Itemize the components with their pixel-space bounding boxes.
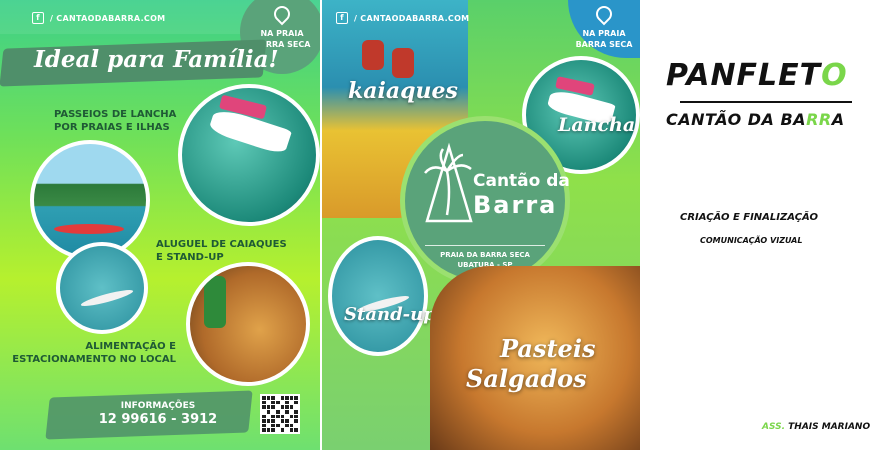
boat-photo — [178, 84, 320, 226]
social-handle: / CANTAODABARRA.COM — [50, 13, 166, 23]
logo-line-1: Cantão da — [473, 171, 570, 191]
island-kayak-photo — [30, 140, 150, 260]
label-pastel-1: Pasteis — [500, 334, 596, 363]
palm-tree-icon — [424, 142, 473, 223]
standup-photo — [56, 242, 148, 334]
info-label: INFORMAÇÕES — [120, 401, 196, 411]
location-line-1: NA PRAIA — [260, 29, 304, 38]
logo-line-2: Barra — [473, 191, 558, 219]
phone-number[interactable]: 12 99616 - 3912 — [88, 412, 228, 427]
headline: Ideal para Família! — [34, 46, 279, 73]
label-pastel-2: Salgados — [466, 364, 587, 393]
location-line-2: BARRA SECA — [575, 40, 633, 49]
title-divider — [680, 101, 852, 103]
social-link[interactable]: f / CANTAODABARRA.COM — [32, 12, 165, 24]
flyer-front: f / CANTAODABARRA.COM NA PRAIA BARRA SEC… — [0, 0, 320, 450]
location-badge: NA PRAIA BARRA SECA — [568, 0, 640, 58]
caption-kayak: ALUGUEL DE CAIAQUES E STAND-UP — [156, 239, 287, 263]
logo-divider — [425, 245, 545, 246]
social-link[interactable]: f / CANTAODABARRA.COM — [336, 12, 469, 24]
label-kayak: kaiaques — [348, 78, 458, 104]
label-standup: Stand-up — [344, 304, 436, 325]
facebook-icon: f — [32, 12, 44, 24]
logo-place: PRAIA DA BARRA SECA — [440, 251, 530, 259]
label-boat: Lancha — [558, 114, 636, 136]
caption-boat: PASSEIOS DE LANCHA POR PRAIAS E ILHAS — [54, 109, 177, 133]
signature: ASS. THAIS MARIANO — [762, 422, 871, 432]
brand-logo: Cantão da Barra PRAIA DA BARRA SECA UBAT… — [400, 116, 570, 286]
food-photo — [186, 262, 310, 386]
facebook-icon: f — [336, 12, 348, 24]
credit-line-2: COMUNICAÇÃO VIZUAL — [700, 236, 803, 245]
panel-subtitle: CANTÃO DA BARRA — [666, 110, 845, 129]
credit-line-1: CRIAÇÃO E FINALIZAÇÃO — [680, 212, 818, 223]
location-line-1: NA PRAIA — [582, 29, 626, 38]
qr-code-icon[interactable] — [260, 394, 300, 434]
social-handle: / CANTAODABARRA.COM — [354, 13, 470, 23]
standup-photo — [328, 236, 428, 356]
panel-title: PANFLETO — [666, 58, 848, 93]
flyer-back: f / CANTAODABARRA.COM kaiaques NA PRAIA … — [322, 0, 640, 450]
caption-food: ALIMENTAÇÃO E ESTACIONAMENTO NO LOCAL — [12, 341, 176, 365]
